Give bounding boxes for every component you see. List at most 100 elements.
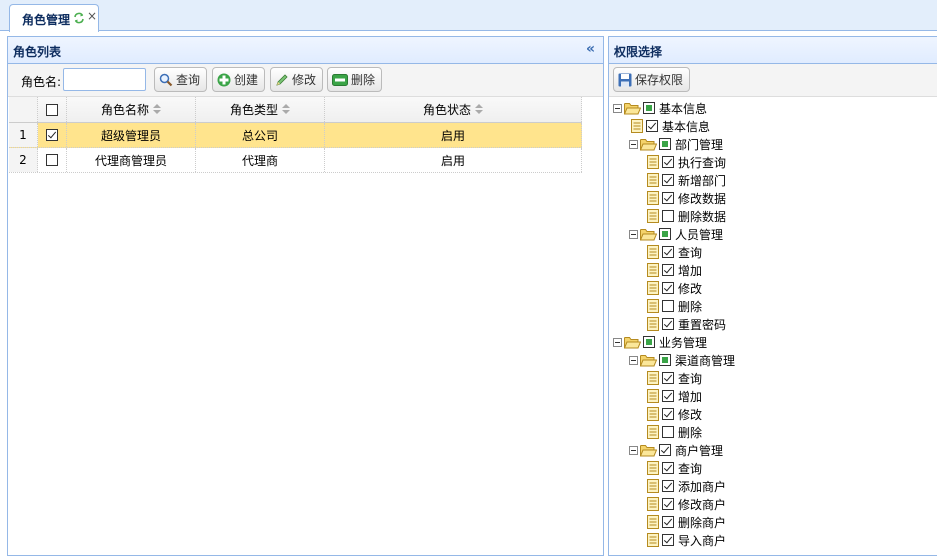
- tree-leaf-node[interactable]: 增加: [645, 387, 702, 405]
- tree-node-label: 增加: [678, 389, 703, 404]
- tree-checkbox[interactable]: [662, 390, 674, 402]
- row-checkbox[interactable]: [46, 129, 58, 141]
- remove-icon: [332, 73, 348, 86]
- tree-checkbox[interactable]: [662, 480, 674, 492]
- row-checkbox[interactable]: [46, 154, 58, 166]
- tree-checkbox[interactable]: [662, 192, 674, 204]
- tree-checkbox[interactable]: [662, 156, 674, 168]
- collapse-tree-icon[interactable]: [629, 445, 638, 455]
- role-name-input[interactable]: [63, 68, 146, 91]
- collapse-tree-icon[interactable]: [613, 337, 622, 347]
- panel-title: 权限选择: [614, 45, 663, 59]
- tree-checkbox[interactable]: [662, 210, 674, 222]
- file-icon: [647, 173, 659, 187]
- role-list-panel: 角色列表 « 角色名: 查询 创建 修改 删除 角色名称 角色类型 角色状态 1…: [7, 36, 604, 556]
- tree-checkbox[interactable]: [662, 426, 674, 438]
- tree-leaf-node[interactable]: 修改: [645, 405, 702, 423]
- tree-leaf-node[interactable]: 基本信息: [629, 117, 710, 135]
- tree-leaf-node[interactable]: 导入商户: [645, 531, 726, 549]
- tree-node-label: 重置密码: [678, 317, 727, 332]
- tree-node-label: 业务管理: [659, 335, 708, 350]
- tree-checkbox[interactable]: [662, 462, 674, 474]
- tree-leaf-node[interactable]: 删除数据: [645, 207, 726, 225]
- tree-checkbox[interactable]: [659, 138, 671, 150]
- role-name-label: 角色名:: [21, 75, 62, 89]
- tree-checkbox[interactable]: [662, 318, 674, 330]
- tree-leaf-node[interactable]: 查询: [645, 459, 702, 477]
- refresh-icon[interactable]: [73, 12, 85, 24]
- tree-checkbox[interactable]: [646, 120, 658, 132]
- tree-node-label: 修改数据: [678, 191, 727, 206]
- tree-folder-node[interactable]: 渠道商管理: [629, 351, 735, 369]
- tree-checkbox[interactable]: [662, 300, 674, 312]
- create-button[interactable]: 创建: [212, 67, 266, 92]
- tree-checkbox[interactable]: [659, 444, 671, 456]
- tree-leaf-node[interactable]: 重置密码: [645, 315, 726, 333]
- column-header-name[interactable]: 角色名称: [67, 97, 196, 122]
- save-permissions-button[interactable]: 保存权限: [613, 67, 691, 92]
- file-icon: [647, 407, 659, 421]
- column-header-type[interactable]: 角色类型: [196, 97, 325, 122]
- close-icon[interactable]: ×: [87, 9, 97, 23]
- tree-checkbox[interactable]: [662, 498, 674, 510]
- tree-checkbox[interactable]: [643, 102, 655, 114]
- collapse-left-icon[interactable]: «: [586, 41, 595, 57]
- file-icon: [647, 479, 659, 493]
- tree-node-label: 删除: [678, 299, 703, 314]
- row-number: 1: [9, 123, 38, 147]
- tree-leaf-node[interactable]: 添加商户: [645, 477, 726, 495]
- row-checkbox-cell: [38, 148, 67, 172]
- file-icon: [647, 461, 659, 475]
- tree-leaf-node[interactable]: 删除: [645, 297, 702, 315]
- tree-checkbox[interactable]: [662, 282, 674, 294]
- tree-folder-node[interactable]: 业务管理: [613, 333, 707, 351]
- collapse-tree-icon[interactable]: [629, 355, 638, 365]
- tree-checkbox[interactable]: [662, 372, 674, 384]
- tree-leaf-node[interactable]: 删除商户: [645, 513, 726, 531]
- tree-folder-node[interactable]: 部门管理: [629, 135, 723, 153]
- file-icon: [647, 317, 659, 331]
- tree-checkbox[interactable]: [662, 264, 674, 276]
- tree-node-label: 导入商户: [678, 533, 727, 548]
- search-icon: [159, 73, 173, 86]
- select-all-checkbox[interactable]: [46, 103, 58, 116]
- collapse-tree-icon[interactable]: [629, 139, 638, 149]
- tree-checkbox[interactable]: [662, 516, 674, 528]
- table-row[interactable]: 2 代理商管理员 代理商 启用: [9, 148, 582, 173]
- add-icon: [217, 73, 231, 86]
- tree-leaf-node[interactable]: 增加: [645, 261, 702, 279]
- tree-checkbox[interactable]: [662, 246, 674, 258]
- tree-checkbox[interactable]: [643, 336, 655, 348]
- column-header-status-label: 角色状态: [422, 103, 471, 117]
- column-header-status[interactable]: 角色状态: [325, 97, 582, 122]
- collapse-tree-icon[interactable]: [629, 229, 638, 239]
- tree-checkbox[interactable]: [662, 534, 674, 546]
- table-row[interactable]: 1 超级管理员 总公司 启用: [9, 123, 582, 148]
- tree-folder-node[interactable]: 人员管理: [629, 225, 723, 243]
- tree-leaf-node[interactable]: 修改商户: [645, 495, 726, 513]
- rownum-header: [9, 97, 38, 122]
- tree-leaf-node[interactable]: 查询: [645, 243, 702, 261]
- tree-folder-node[interactable]: 基本信息: [613, 99, 707, 117]
- edit-button[interactable]: 修改: [270, 67, 324, 92]
- tree-leaf-node[interactable]: 修改数据: [645, 189, 726, 207]
- tree-checkbox[interactable]: [659, 228, 671, 240]
- folder-open-icon: [640, 444, 657, 456]
- tree-leaf-node[interactable]: 新增部门: [645, 171, 726, 189]
- column-header-type-label: 角色类型: [229, 103, 278, 117]
- file-icon: [647, 389, 659, 403]
- collapse-tree-icon[interactable]: [613, 103, 622, 113]
- tree-checkbox[interactable]: [659, 354, 671, 366]
- tree-leaf-node[interactable]: 删除: [645, 423, 702, 441]
- tab-role-management[interactable]: 角色管理 ×: [9, 4, 99, 32]
- tree-node-label: 修改: [678, 407, 703, 422]
- tree-leaf-node[interactable]: 修改: [645, 279, 702, 297]
- tree-leaf-node[interactable]: 查询: [645, 369, 702, 387]
- tree-leaf-node[interactable]: 执行查询: [645, 153, 726, 171]
- delete-button[interactable]: 删除: [327, 67, 383, 92]
- query-button[interactable]: 查询: [154, 67, 208, 92]
- tree-checkbox[interactable]: [662, 174, 674, 186]
- tree-checkbox[interactable]: [662, 408, 674, 420]
- file-icon: [647, 263, 659, 277]
- tree-folder-node[interactable]: 商户管理: [629, 441, 723, 459]
